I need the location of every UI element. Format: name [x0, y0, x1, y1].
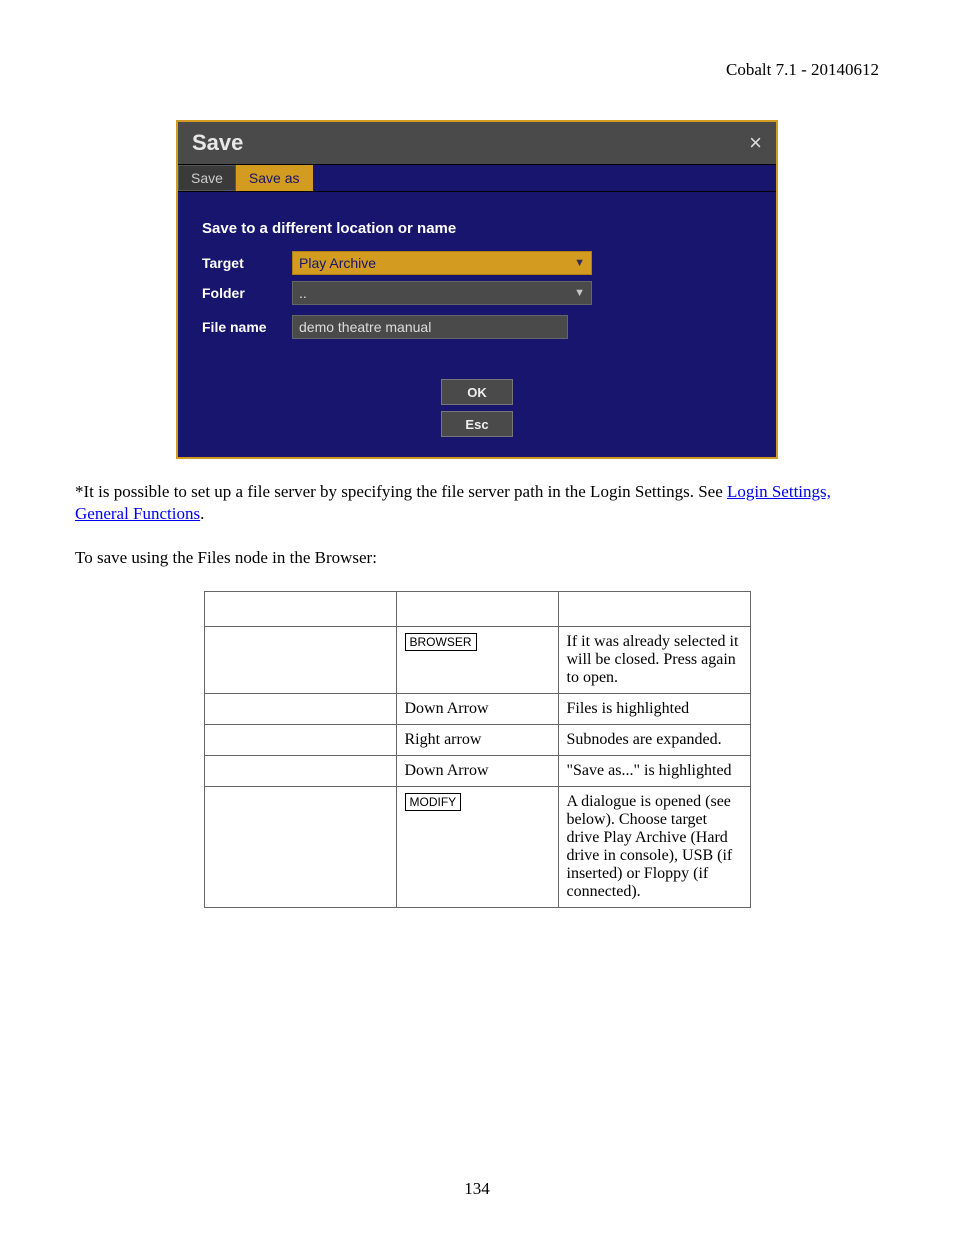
table-cell: A dialogue is opened (see below). Choose…	[558, 787, 750, 908]
footnote-suffix: .	[200, 504, 204, 523]
dialog-title: Save	[192, 130, 243, 156]
table-row: MODIFY A dialogue is opened (see below). …	[204, 787, 750, 908]
page-number: 134	[0, 1179, 954, 1199]
dialog-body: Save to a different location or name Tar…	[178, 192, 776, 457]
table-cell: If it was already selected it will be cl…	[558, 627, 750, 694]
tab-save-as[interactable]: Save as	[236, 165, 313, 191]
chevron-down-icon: ▼	[574, 287, 585, 299]
target-dropdown-value: Play Archive	[299, 255, 376, 271]
table-cell: Down Arrow	[396, 694, 558, 725]
table-cell	[204, 756, 396, 787]
table-cell: Right arrow	[396, 725, 558, 756]
close-icon[interactable]: ×	[749, 130, 762, 156]
esc-button[interactable]: Esc	[441, 411, 513, 437]
dialog-titlebar: Save ×	[178, 122, 776, 165]
table-cell	[204, 787, 396, 908]
document-header: Cobalt 7.1 - 20140612	[75, 60, 879, 80]
label-target: Target	[202, 255, 292, 271]
table-header-row	[204, 592, 750, 627]
table-header-cell	[204, 592, 396, 627]
keycap: BROWSER	[405, 633, 477, 651]
table-cell: "Save as..." is highlighted	[558, 756, 750, 787]
ok-button[interactable]: OK	[441, 379, 513, 405]
footnote-paragraph: *It is possible to set up a file server …	[75, 481, 879, 525]
label-filename: File name	[202, 319, 292, 335]
intro-paragraph: To save using the Files node in the Brow…	[75, 547, 879, 569]
table-cell	[204, 627, 396, 694]
footnote-prefix: *It is possible to set up a file server …	[75, 482, 727, 501]
filename-input[interactable]	[292, 315, 568, 339]
table-cell: Files is highlighted	[558, 694, 750, 725]
dialog-heading: Save to a different location or name	[202, 220, 752, 237]
chevron-down-icon: ▼	[574, 257, 585, 269]
table-cell: Subnodes are expanded.	[558, 725, 750, 756]
label-folder: Folder	[202, 285, 292, 301]
table-header-cell	[558, 592, 750, 627]
dialog-tabs: Save Save as	[178, 165, 776, 192]
tab-save[interactable]: Save	[178, 165, 236, 191]
folder-dropdown-value: ..	[299, 285, 307, 301]
table-row: Down ArrowFiles is highlighted	[204, 694, 750, 725]
table-row: BROWSER If it was already selected it wil…	[204, 627, 750, 694]
table-cell	[204, 725, 396, 756]
keycap: MODIFY	[405, 793, 462, 811]
save-dialog: Save × Save Save as Save to a different …	[176, 120, 778, 459]
table-header-cell	[396, 592, 558, 627]
folder-dropdown[interactable]: .. ▼	[292, 281, 592, 305]
table-cell: BROWSER	[396, 627, 558, 694]
steps-table: BROWSER If it was already selected it wil…	[204, 591, 751, 908]
table-cell	[204, 694, 396, 725]
table-row: Right arrowSubnodes are expanded.	[204, 725, 750, 756]
table-cell: MODIFY	[396, 787, 558, 908]
target-dropdown[interactable]: Play Archive ▼	[292, 251, 592, 275]
table-row: Down Arrow"Save as..." is highlighted	[204, 756, 750, 787]
table-cell: Down Arrow	[396, 756, 558, 787]
